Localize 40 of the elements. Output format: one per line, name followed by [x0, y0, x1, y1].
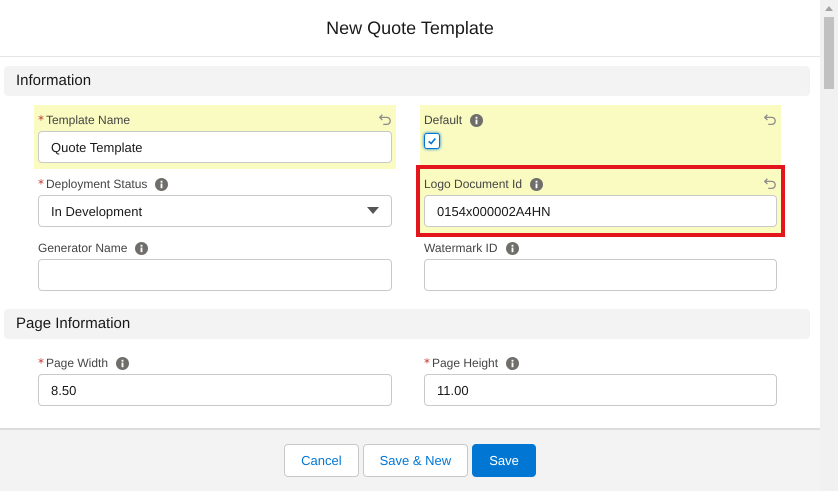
select-field[interactable]: In Development	[38, 195, 392, 227]
footer-button[interactable]: Save & New	[362, 444, 468, 477]
scrollbar[interactable]	[820, 0, 838, 491]
field-label: Default	[424, 113, 462, 127]
caret-icon	[367, 207, 379, 215]
required-asterisk: *	[38, 356, 44, 370]
undo-icon[interactable]	[763, 113, 777, 127]
field-label: Page Width	[46, 356, 108, 370]
info-icon[interactable]	[530, 178, 544, 190]
undo-icon[interactable]	[378, 113, 392, 127]
checkmark-icon	[427, 136, 437, 146]
field-label: Watermark ID	[424, 241, 498, 255]
input-field[interactable]: Quote Template	[38, 131, 392, 163]
modal-title: New Quote Template	[326, 18, 494, 38]
save-button[interactable]: Save	[472, 444, 536, 477]
info-icon[interactable]	[470, 114, 484, 126]
input-field[interactable]: 8.50	[38, 374, 392, 406]
field-label: Generator Name	[38, 241, 128, 255]
section-header[interactable]: Information	[4, 66, 810, 96]
info-icon[interactable]	[135, 242, 148, 254]
section-header[interactable]: Page Information	[4, 309, 810, 339]
footer-button[interactable]: Cancel	[284, 444, 359, 477]
checkbox[interactable]	[424, 133, 440, 149]
field-label: Template Name	[46, 113, 130, 127]
undo-icon[interactable]	[763, 177, 777, 191]
required-asterisk: *	[38, 113, 44, 127]
field-label: Page Height	[432, 356, 498, 370]
info-icon[interactable]	[155, 178, 168, 190]
field-label: Deployment Status	[46, 177, 148, 191]
input-field[interactable]: 0154x000002A4HN	[424, 195, 777, 227]
scrollbar-thumb[interactable]	[824, 17, 834, 89]
input-field[interactable]	[38, 259, 392, 291]
input-field[interactable]: 11.00	[424, 374, 777, 406]
required-asterisk: *	[424, 356, 430, 370]
info-icon[interactable]	[506, 242, 519, 254]
input-field[interactable]	[424, 259, 777, 291]
field-label: Logo Document Id	[424, 177, 522, 191]
info-icon[interactable]	[506, 356, 520, 370]
info-icon[interactable]	[116, 356, 130, 370]
required-asterisk: *	[38, 177, 44, 191]
